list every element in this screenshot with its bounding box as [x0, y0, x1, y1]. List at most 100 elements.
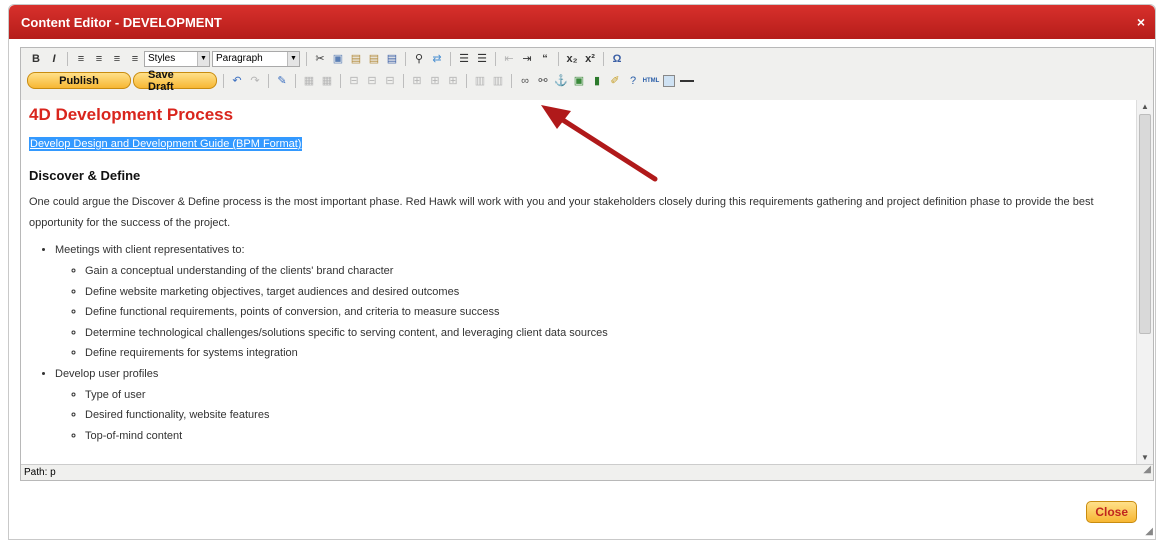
cut-icon[interactable]: ✂ — [311, 50, 329, 68]
undo-icon[interactable]: ↶ — [228, 72, 246, 90]
toolbar-separator — [268, 73, 269, 88]
edit-icon[interactable]: ✎ — [273, 72, 291, 90]
align-center-icon[interactable]: ≡ — [90, 50, 108, 68]
col-after-icon[interactable]: ⊞ — [426, 72, 444, 90]
list-item: Define website marketing objectives, tar… — [85, 282, 1129, 303]
subscript-icon[interactable]: x₂ — [563, 50, 581, 68]
toolbar-separator — [340, 73, 341, 88]
redo-icon[interactable]: ↷ — [246, 72, 264, 90]
media-icon[interactable]: ▮ — [588, 72, 606, 90]
indent-icon[interactable]: ⇥ — [518, 50, 536, 68]
toolbar-row-1: B I ≡ ≡ ≡ ≡ Styles ▼ Paragraph ▼ ✂ ▣ ▤ ▤… — [21, 48, 1153, 69]
toolbar-separator — [495, 51, 496, 66]
image-icon[interactable]: ▣ — [570, 72, 588, 90]
list-item: Top-of-mind content — [85, 426, 1129, 447]
link-icon[interactable]: ∞ — [516, 72, 534, 90]
merge-cells-icon[interactable]: ▥ — [489, 72, 507, 90]
superscript-icon[interactable]: x² — [581, 50, 599, 68]
hr-glyph — [680, 79, 694, 82]
col-before-icon[interactable]: ⊞ — [408, 72, 426, 90]
list-item: Develop user profiles Type of user Desir… — [55, 364, 1129, 447]
fullscreen-frame — [663, 74, 675, 87]
element-path: Path: p — [24, 467, 56, 478]
list-item: Define requirements for systems integrat… — [85, 343, 1129, 364]
paste-icon[interactable]: ▤ — [347, 50, 365, 68]
toolbar-separator — [603, 51, 604, 66]
cleanup-icon[interactable]: ✐ — [606, 72, 624, 90]
outdent-icon[interactable]: ⇤ — [500, 50, 518, 68]
toolbar-separator — [511, 73, 512, 88]
chevron-down-icon: ▼ — [197, 51, 209, 66]
toolbar-separator — [466, 73, 467, 88]
intro-paragraph: One could argue the Discover & Define pr… — [29, 196, 1094, 229]
list-item-label: Develop user profiles — [55, 367, 159, 380]
dialog-resize-grip-icon[interactable]: ◢ — [1145, 526, 1153, 537]
chevron-down-icon: ▼ — [287, 51, 299, 66]
list-item: Type of user — [85, 385, 1129, 406]
toolbar-separator — [450, 51, 451, 66]
bullet-list: Meetings with client representatives to:… — [55, 240, 1129, 446]
bullet-list-icon[interactable]: ☰ — [455, 50, 473, 68]
row-after-icon[interactable]: ⊟ — [363, 72, 381, 90]
annotation-arrow — [541, 105, 658, 182]
save-draft-button[interactable]: Save Draft — [133, 69, 217, 93]
help-icon[interactable]: ? — [624, 72, 642, 90]
toolbar-separator — [67, 51, 68, 66]
styles-select[interactable]: Styles ▼ — [144, 50, 210, 67]
resize-grip-icon[interactable]: ◢ — [1143, 462, 1151, 478]
toolbar-separator — [223, 73, 224, 88]
align-justify-icon[interactable]: ≡ — [126, 50, 144, 68]
numbered-list-icon[interactable]: ☰ — [473, 50, 491, 68]
anchor-icon[interactable]: ⚓ — [552, 72, 570, 90]
toolbar-separator — [403, 73, 404, 88]
table-icon[interactable]: ▦ — [300, 72, 318, 90]
selected-link[interactable]: Develop Design and Development Guide (BP… — [29, 137, 303, 151]
align-right-icon[interactable]: ≡ — [108, 50, 126, 68]
dialog-title: Content Editor - DEVELOPMENT — [21, 14, 222, 30]
format-select[interactable]: Paragraph ▼ — [212, 50, 300, 67]
styles-select-value: Styles — [148, 53, 176, 64]
list-item: Desired functionality, website features — [85, 405, 1129, 426]
horizontal-rule-icon[interactable] — [678, 72, 696, 90]
list-item-label: Meetings with client representatives to: — [55, 244, 245, 256]
toolbar-separator — [306, 51, 307, 66]
paste-word-icon[interactable]: ▤ — [383, 50, 401, 68]
align-left-icon[interactable]: ≡ — [72, 50, 90, 68]
blockquote-icon[interactable]: “ — [536, 50, 554, 68]
close-button[interactable]: Close — [1086, 501, 1137, 523]
format-select-value: Paragraph — [216, 53, 263, 64]
italic-icon[interactable]: I — [45, 50, 63, 68]
copy-icon[interactable]: ▣ — [329, 50, 347, 68]
fullscreen-icon[interactable] — [660, 72, 678, 90]
sub-list: Gain a conceptual understanding of the c… — [85, 261, 1129, 364]
toolbar-row-2: Publish Save Draft ↶ ↷ ✎ ▦ ▦ ⊟ ⊟ ⊟ ⊞ ⊞ ⊞… — [21, 69, 1153, 93]
publish-button[interactable]: Publish — [27, 72, 131, 89]
list-item: Gain a conceptual understanding of the c… — [85, 261, 1129, 282]
delete-col-icon[interactable]: ⊞ — [444, 72, 462, 90]
paste-text-icon[interactable]: ▤ — [365, 50, 383, 68]
scroll-up-icon[interactable]: ▲ — [1141, 102, 1149, 111]
delete-row-icon[interactable]: ⊟ — [381, 72, 399, 90]
special-char-icon[interactable]: Ω — [608, 50, 626, 68]
replace-icon[interactable]: ⇄ — [428, 50, 446, 68]
scrollbar-thumb[interactable] — [1139, 114, 1151, 334]
toolbar-separator — [295, 73, 296, 88]
scroll-down-icon[interactable]: ▼ — [1141, 453, 1149, 462]
unlink-icon[interactable]: ⚯ — [534, 72, 552, 90]
table-props-icon[interactable]: ▦ — [318, 72, 336, 90]
close-icon[interactable]: × — [1137, 14, 1145, 30]
sub-list: Type of user Desired functionality, webs… — [85, 385, 1129, 447]
bold-icon[interactable]: B — [27, 50, 45, 68]
toolbar-separator — [405, 51, 406, 66]
vertical-scrollbar[interactable]: ▲ ▼ — [1136, 100, 1153, 464]
toolbar-separator — [558, 51, 559, 66]
list-item: Meetings with client representatives to:… — [55, 240, 1129, 364]
dialog-titlebar[interactable]: Content Editor - DEVELOPMENT × — [9, 5, 1155, 39]
list-item: Define functional requirements, points o… — [85, 302, 1129, 323]
find-icon[interactable]: ⚲ — [410, 50, 428, 68]
row-before-icon[interactable]: ⊟ — [345, 72, 363, 90]
content-editor-dialog: Content Editor - DEVELOPMENT × B I ≡ ≡ ≡… — [8, 4, 1156, 540]
status-bar: Path: p ◢ — [21, 464, 1153, 480]
html-icon[interactable]: HTML — [642, 72, 660, 90]
split-cells-icon[interactable]: ▥ — [471, 72, 489, 90]
